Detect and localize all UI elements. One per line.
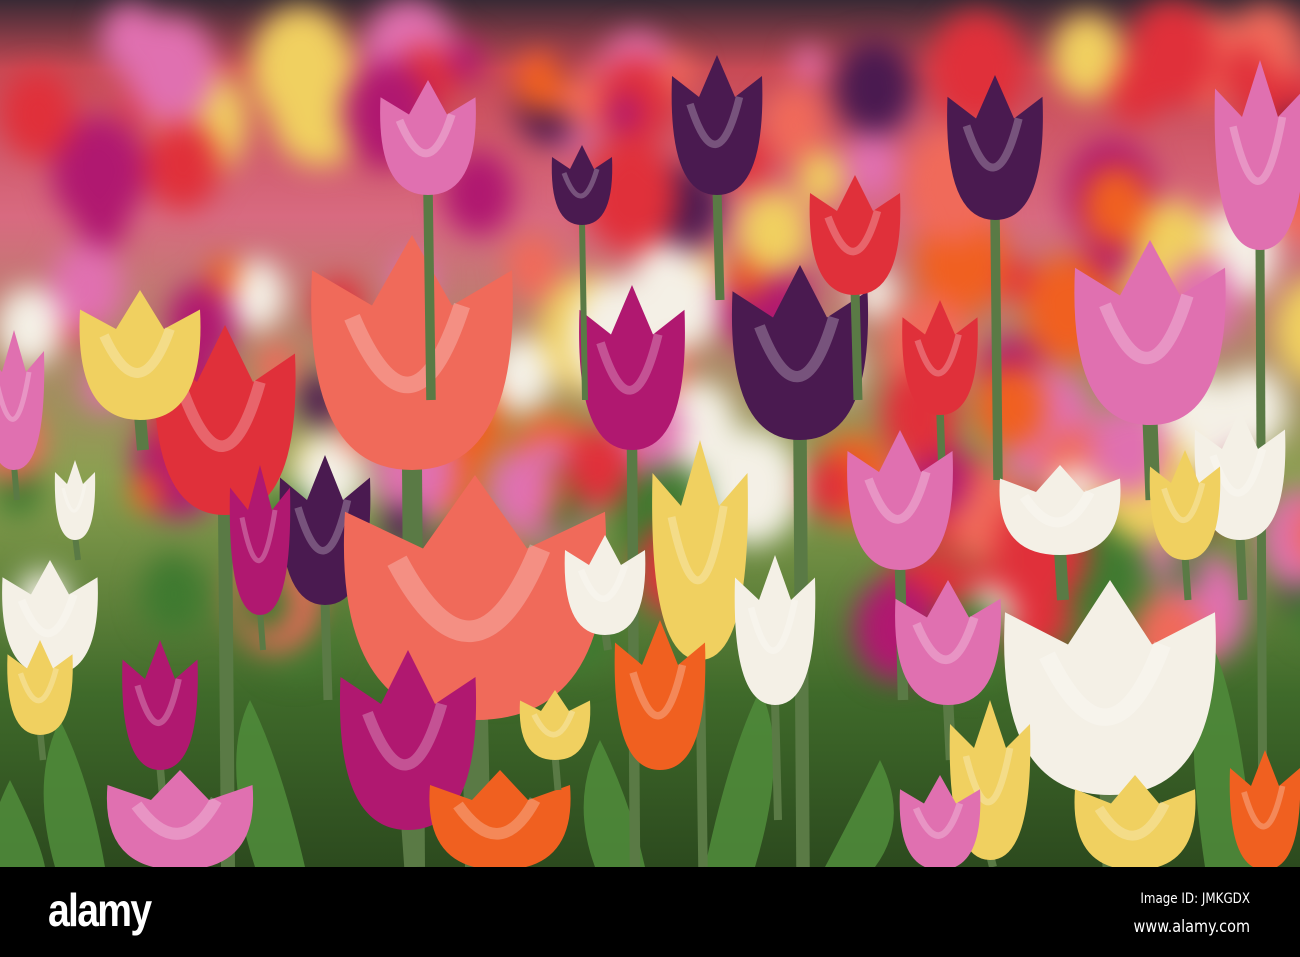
tulip-flower [579, 285, 685, 450]
tulip-leaf [0, 780, 45, 867]
tulip-flower [311, 235, 513, 470]
tulip-flower [902, 300, 978, 415]
watermark-url: www.alamy.com [1133, 917, 1250, 937]
tulip-stem [850, 289, 863, 401]
tulip-flower [895, 580, 1001, 705]
tulip-flower [947, 75, 1043, 220]
tulip-flower [847, 430, 953, 570]
tulip-stem [423, 189, 436, 401]
tulip-stem [771, 699, 782, 821]
tulip-flower [79, 290, 201, 420]
tulip-flower [122, 640, 198, 770]
tulip-flower [1074, 240, 1226, 425]
tulip-stem [320, 599, 333, 701]
image-id-text: Image ID: JMKGDX [1140, 891, 1250, 907]
tulip-flower [380, 80, 476, 195]
tulip-flower [1004, 580, 1216, 795]
tulip-flower [54, 460, 96, 540]
tulip-stem [1235, 534, 1248, 601]
tulip-stem [401, 824, 418, 867]
tulip-leaf [236, 700, 305, 867]
tulip-flower [671, 55, 763, 195]
tulip-stem [551, 754, 562, 791]
tulip-field-photo [0, 0, 1300, 867]
tulip-stem [11, 464, 20, 501]
tulip-stem [712, 189, 725, 301]
tulip-stem [1054, 549, 1069, 601]
watermark-bar: alamy Image ID: JMKGDX www.alamy.com [0, 867, 1300, 957]
tulip-leaf [825, 760, 894, 867]
tulip-flower [1214, 60, 1300, 250]
tulip-leaf [43, 720, 105, 867]
tulip-stem [257, 609, 266, 651]
tulip-leaf [705, 690, 774, 867]
tulip-flower [999, 465, 1121, 555]
tulip-flower [809, 175, 901, 295]
alamy-logo: alamy [48, 884, 152, 936]
tulip-flower [2, 560, 98, 675]
tulip-stem [1181, 554, 1192, 601]
tulip-stem [134, 414, 149, 451]
tulip-flower [551, 145, 613, 225]
tulip-flower [652, 440, 748, 660]
tulip-stem [626, 444, 641, 867]
photo-frame: alamy Image ID: JMKGDX www.alamy.com [0, 0, 1300, 957]
tulip-stem [990, 214, 1003, 481]
tulip-stem [579, 219, 588, 401]
foreground-tulips [0, 55, 1300, 867]
